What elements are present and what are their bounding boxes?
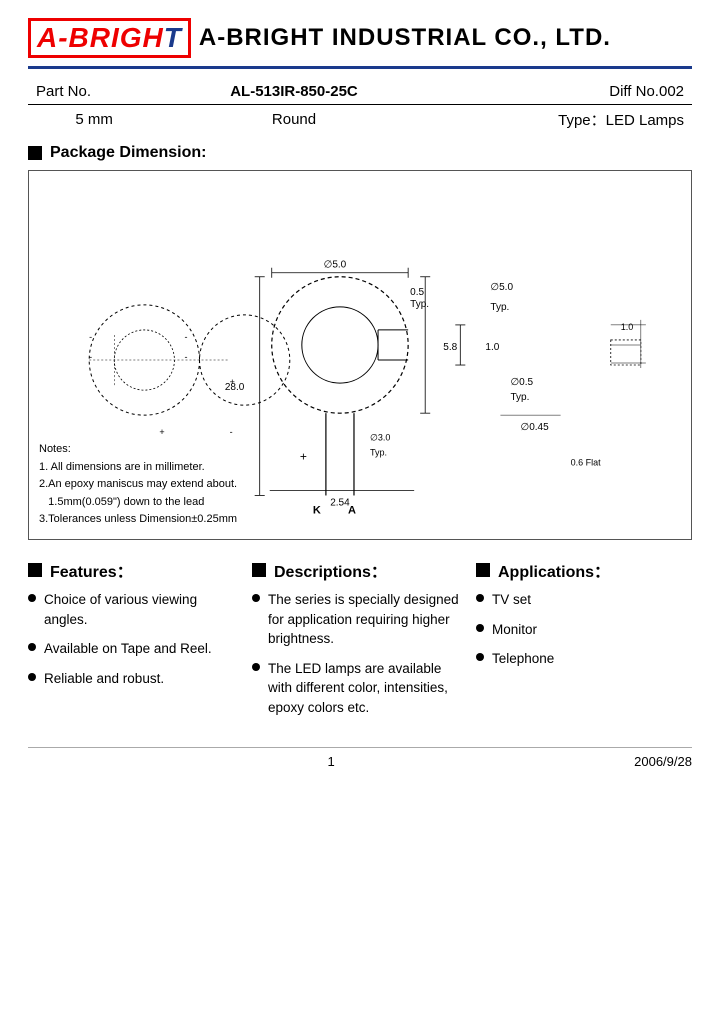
description-item-1: The series is specially designed for app… bbox=[252, 590, 460, 649]
application-item-1: TV set bbox=[476, 590, 684, 610]
application-text-1: TV set bbox=[492, 590, 531, 610]
page-footer: 1 2006/9/28 bbox=[28, 747, 692, 769]
feature-item-2: Available on Tape and Reel. bbox=[28, 639, 236, 659]
section-bullet-icon bbox=[28, 146, 42, 160]
bullet-icon bbox=[28, 643, 36, 651]
svg-text:∅0.45: ∅0.45 bbox=[520, 422, 549, 433]
svg-text:∅3.0: ∅3.0 bbox=[370, 432, 390, 442]
note-2: 2.An epoxy maniscus may extend about. bbox=[39, 476, 237, 494]
note-3: 3.Tolerances unless Dimension±0.25mm bbox=[39, 511, 237, 529]
feature-text-2: Available on Tape and Reel. bbox=[44, 639, 212, 659]
descriptions-bullet-icon bbox=[252, 563, 266, 577]
features-column: Features： Choice of various viewing angl… bbox=[28, 558, 244, 727]
features-title: Features： bbox=[50, 558, 133, 582]
package-section-title: Package Dimension: bbox=[50, 144, 207, 162]
svg-text:+: + bbox=[300, 449, 307, 463]
shape: Round bbox=[160, 105, 427, 135]
descriptions-list: The series is specially designed for app… bbox=[252, 590, 460, 717]
description-item-2: The LED lamps are available with differe… bbox=[252, 659, 460, 718]
bullet-icon bbox=[28, 594, 36, 602]
notes-title: Notes: bbox=[39, 441, 237, 459]
features-bullet-icon bbox=[28, 563, 42, 577]
applications-bullet-icon bbox=[476, 563, 490, 577]
bullet-icon bbox=[28, 673, 36, 681]
svg-text:+: + bbox=[159, 427, 164, 437]
package-section-header: Package Dimension: bbox=[28, 144, 692, 162]
package-dimension-box: ∅5.0 5.8 ∅5.0 Typ. 1.0 2.54 28.0 K A + bbox=[28, 170, 692, 540]
applications-column: Applications： TV set Monitor Telephone bbox=[468, 558, 692, 727]
note-2b: 1.5mm(0.059") down to the lead bbox=[39, 494, 237, 512]
svg-text:-: - bbox=[230, 427, 233, 437]
svg-text:∅5.0: ∅5.0 bbox=[324, 260, 347, 271]
svg-text:∅0.5: ∅0.5 bbox=[510, 377, 533, 388]
svg-text:K: K bbox=[313, 504, 321, 516]
feature-item-1: Choice of various viewing angles. bbox=[28, 590, 236, 629]
applications-list: TV set Monitor Telephone bbox=[476, 590, 684, 669]
bullet-icon bbox=[476, 624, 484, 632]
feature-item-3: Reliable and robust. bbox=[28, 669, 236, 689]
bullet-icon bbox=[252, 594, 260, 602]
bullet-icon bbox=[476, 594, 484, 602]
svg-text:-: - bbox=[184, 332, 187, 342]
size-mm: 5 mm bbox=[28, 105, 160, 135]
application-text-3: Telephone bbox=[492, 649, 554, 669]
svg-text:A: A bbox=[348, 504, 356, 516]
svg-text:0.6 Flat: 0.6 Flat bbox=[571, 457, 602, 467]
part-no-label: Part No. bbox=[28, 79, 160, 105]
svg-text:∅5.0: ∅5.0 bbox=[490, 282, 513, 293]
svg-text:-: - bbox=[89, 332, 92, 342]
descriptions-header: Descriptions： bbox=[252, 558, 460, 582]
type-led: Type：LED Lamps bbox=[428, 105, 692, 135]
feature-text-3: Reliable and robust. bbox=[44, 669, 164, 689]
svg-text:1.0: 1.0 bbox=[621, 322, 634, 332]
svg-text:0.5: 0.5 bbox=[410, 287, 424, 298]
svg-text:Typ.: Typ. bbox=[490, 302, 509, 313]
part-info-table: Part No. AL-513IR-850-25C Diff No.002 5 … bbox=[28, 79, 692, 134]
logo-icon: A-BRIGHT bbox=[28, 18, 191, 58]
diff-no: Diff No.002 bbox=[428, 79, 692, 105]
features-header: Features： bbox=[28, 558, 236, 582]
svg-text:Typ.: Typ. bbox=[510, 392, 529, 403]
application-item-3: Telephone bbox=[476, 649, 684, 669]
description-text-1: The series is specially designed for app… bbox=[268, 590, 460, 649]
page-header: A-BRIGHT A-BRIGHT INDUSTRIAL CO., LTD. bbox=[28, 18, 692, 69]
notes-section: Notes: 1. All dimensions are in millimet… bbox=[39, 441, 237, 529]
bullet-icon bbox=[252, 663, 260, 671]
svg-text:5.8: 5.8 bbox=[443, 342, 457, 353]
page-number: 1 bbox=[327, 754, 334, 769]
company-name: A-BRIGHT INDUSTRIAL CO., LTD. bbox=[199, 24, 611, 52]
svg-text:+: + bbox=[230, 377, 235, 387]
application-text-2: Monitor bbox=[492, 620, 537, 640]
note-1: 1. All dimensions are in millimeter. bbox=[39, 459, 237, 477]
svg-text:Typ.: Typ. bbox=[410, 299, 429, 310]
footer-date: 2006/9/28 bbox=[634, 754, 692, 769]
description-text-2: The LED lamps are available with differe… bbox=[268, 659, 460, 718]
applications-title: Applications： bbox=[498, 558, 610, 582]
svg-text:-: - bbox=[184, 352, 187, 362]
descriptions-column: Descriptions： The series is specially de… bbox=[244, 558, 468, 727]
bottom-section: Features： Choice of various viewing angl… bbox=[28, 558, 692, 727]
svg-text:Typ.: Typ. bbox=[370, 447, 387, 457]
application-item-2: Monitor bbox=[476, 620, 684, 640]
descriptions-title: Descriptions： bbox=[274, 558, 387, 582]
feature-text-1: Choice of various viewing angles. bbox=[44, 590, 236, 629]
features-list: Choice of various viewing angles. Availa… bbox=[28, 590, 236, 688]
svg-text:-: - bbox=[89, 352, 92, 362]
applications-header: Applications： bbox=[476, 558, 684, 582]
part-no-value: AL-513IR-850-25C bbox=[160, 79, 427, 105]
svg-text:1.0: 1.0 bbox=[485, 342, 499, 353]
bullet-icon bbox=[476, 653, 484, 661]
